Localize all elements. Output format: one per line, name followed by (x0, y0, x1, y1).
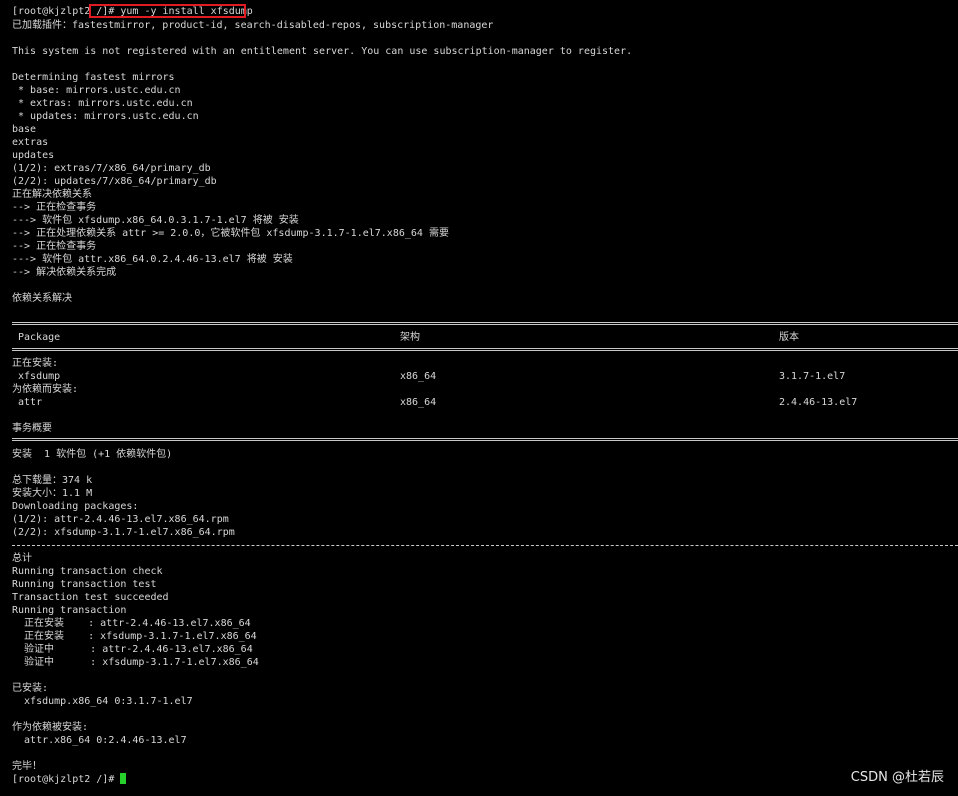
output-line: 依赖关系解决 (12, 293, 72, 304)
installed-label: 已安装: (12, 683, 49, 694)
table-row-version: 3.1.7-1.el7 (779, 371, 846, 382)
output-line: (1/2): extras/7/x86_64/primary_db (12, 163, 211, 174)
installed-package: xfsdump.x86_64 0:3.1.7-1.el7 (12, 696, 193, 707)
table-row-arch: x86_64 (400, 371, 437, 382)
complete-message: 完毕！ (12, 761, 42, 772)
output-line: Running transaction check (12, 566, 163, 577)
output-line: extras (12, 137, 49, 148)
table-header-version: 版本 (779, 332, 799, 343)
transaction-step: 正在安装 : attr-2.4.46-13.el7.x86_64 (12, 618, 251, 629)
output-line: updates (12, 150, 55, 161)
output-line: Determining fastest mirrors (12, 72, 175, 83)
command-highlight-box (89, 4, 246, 18)
output-line: Running transaction (12, 605, 127, 616)
table-row-name: xfsdump (12, 371, 61, 382)
separator-double (12, 322, 958, 325)
output-line: Running transaction test (12, 579, 157, 590)
output-line: --> 正在处理依赖关系 attr >= 2.0.0，它被软件包 xfsdump… (12, 228, 449, 239)
output-line: 已加载插件：fastestmirror, product-id, search-… (12, 20, 494, 31)
table-row-version: 2.4.46-13.el7 (779, 397, 858, 408)
installing-label: 正在安装: (12, 358, 59, 369)
output-line: (1/2): attr-2.4.46-13.el7.x86_64.rpm (12, 514, 229, 525)
output-line: ---> 软件包 xfsdump.x86_64.0.3.1.7-1.el7 将被… (12, 215, 299, 226)
output-line: * updates: mirrors.ustc.edu.cn (12, 111, 199, 122)
dependency-label: 为依赖而安装: (12, 384, 79, 395)
separator-double (12, 438, 958, 441)
output-line: 正在解决依赖关系 (12, 189, 92, 200)
output-line: Transaction test succeeded (12, 592, 169, 603)
watermark: CSDN @杜若辰 (850, 770, 944, 785)
output-line: This system is not registered with an en… (12, 46, 633, 57)
output-line: (2/2): updates/7/x86_64/primary_db (12, 176, 217, 187)
total-label: 总计 (12, 553, 32, 564)
download-size: 总下载量：374 k (12, 475, 93, 486)
output-line: * base: mirrors.ustc.edu.cn (12, 85, 181, 96)
table-header-arch: 架构 (400, 332, 420, 343)
output-line: * extras: mirrors.ustc.edu.cn (12, 98, 193, 109)
table-row-arch: x86_64 (400, 397, 437, 408)
final-prompt: [root@kjzlpt2 /]# (12, 774, 121, 785)
output-line: --> 正在检查事务 (12, 241, 97, 252)
output-line: --> 正在检查事务 (12, 202, 97, 213)
separator-double (12, 348, 958, 351)
output-line: Downloading packages: (12, 501, 139, 512)
transaction-step: 正在安装 : xfsdump-3.1.7-1.el7.x86_64 (12, 631, 257, 642)
output-line: --> 解决依赖关系完成 (12, 267, 117, 278)
installed-size: 安装大小：1.1 M (12, 488, 93, 499)
cursor-icon (120, 773, 127, 784)
output-line: ---> 软件包 attr.x86_64.0.2.4.46-13.el7 将被 … (12, 254, 293, 265)
separator-dashed (12, 545, 958, 546)
transaction-step: 验证中 : xfsdump-3.1.7-1.el7.x86_64 (12, 657, 259, 668)
table-header-package: Package (18, 332, 61, 343)
output-line: (2/2): xfsdump-3.1.7-1.el7.x86_64.rpm (12, 527, 235, 538)
dependency-installed-label: 作为依赖被安装: (12, 722, 89, 733)
output-line: base (12, 124, 37, 135)
dependency-installed-package: attr.x86_64 0:2.4.46-13.el7 (12, 735, 187, 746)
summary-title: 事务概要 (12, 423, 52, 434)
transaction-step: 验证中 : attr-2.4.46-13.el7.x86_64 (12, 644, 253, 655)
final-prompt-line[interactable]: [root@kjzlpt2 /]# (12, 773, 127, 786)
table-row-name: attr (12, 397, 43, 408)
install-summary-line: 安装 1 软件包 (+1 依赖软件包) (12, 449, 173, 460)
terminal-window[interactable]: [root@kjzlpt2 /]# yum -y install xfsdump… (0, 0, 958, 796)
